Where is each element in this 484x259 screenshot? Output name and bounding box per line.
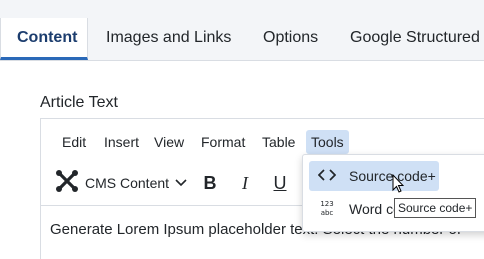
svg-text:abc: abc <box>321 209 334 217</box>
svg-text:123: 123 <box>320 200 333 208</box>
word-count-icon: 123 abc <box>313 199 341 220</box>
tab-content[interactable]: Content <box>0 18 88 60</box>
tab-google-structured[interactable]: Google Structured <box>350 18 480 60</box>
source-code-tooltip: Source code+ <box>394 198 477 218</box>
bold-button[interactable]: B <box>199 171 221 195</box>
source-code-plus-item[interactable]: Source code+ <box>309 161 439 191</box>
italic-button[interactable]: I <box>234 171 256 195</box>
menu-format[interactable]: Format <box>201 131 245 153</box>
menu-edit[interactable]: Edit <box>62 131 86 153</box>
menu-tools[interactable]: Tools <box>306 130 349 154</box>
menu-table[interactable]: Table <box>262 131 295 153</box>
menu-view[interactable]: View <box>154 131 184 153</box>
cms-content-dropdown[interactable]: CMS Content <box>55 169 187 197</box>
tab-options[interactable]: Options <box>263 18 318 60</box>
menu-insert[interactable]: Insert <box>104 131 139 153</box>
joomla-logo-icon <box>55 169 79 198</box>
tab-bar: Content Images and Links Options Google … <box>0 0 484 61</box>
cms-content-label: CMS Content <box>85 175 170 191</box>
source-code-icon <box>313 168 341 184</box>
article-text-label: Article Text <box>40 94 118 111</box>
tab-images-and-links[interactable]: Images and Links <box>106 18 231 60</box>
chevron-down-icon <box>175 174 187 192</box>
mouse-pointer-icon <box>392 173 405 199</box>
underline-button[interactable]: U <box>269 171 291 195</box>
